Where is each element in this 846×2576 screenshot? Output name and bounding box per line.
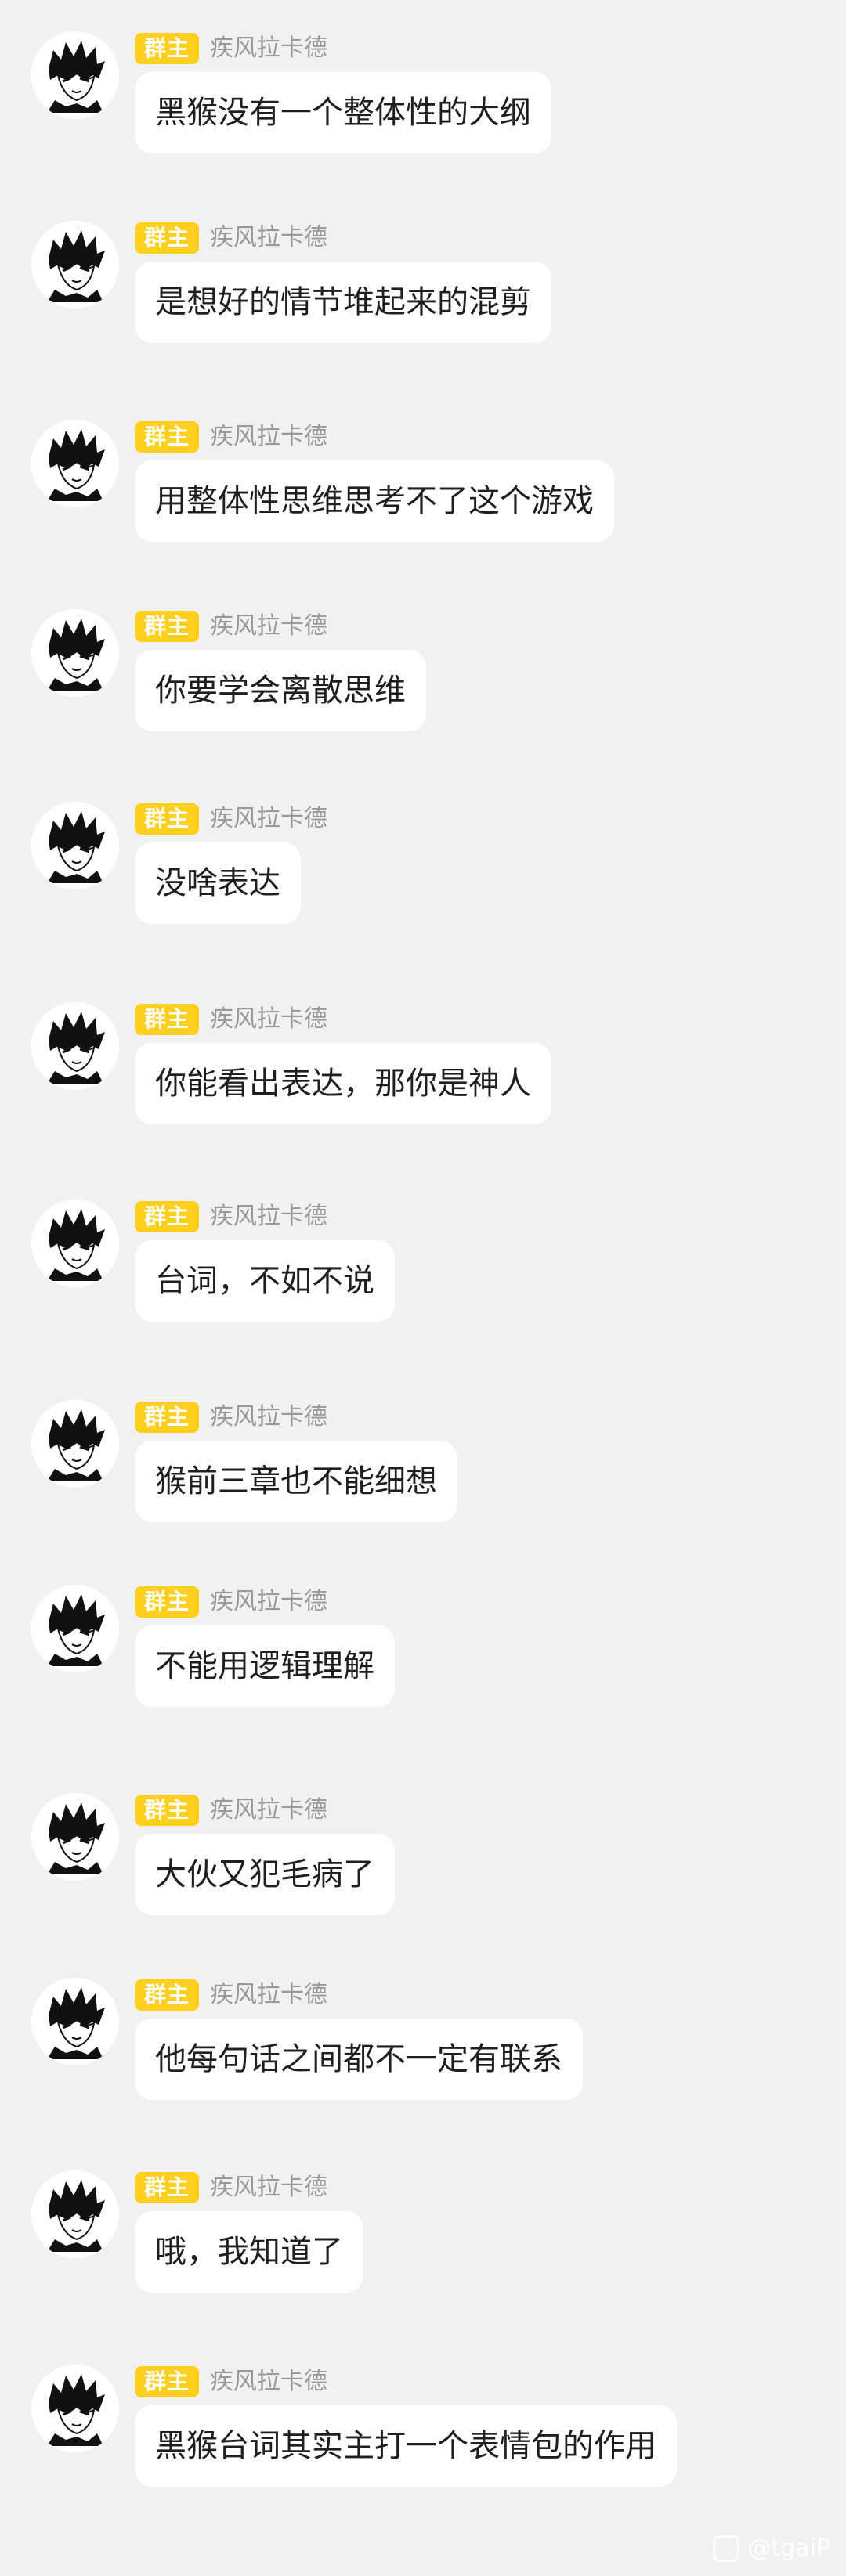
sender-name[interactable]: 疾风拉卡德 [210, 1201, 327, 1232]
avatar[interactable] [31, 1200, 119, 1287]
watermark-text: @tgaiP [747, 2535, 830, 2562]
message-meta: 群主 疾风拉卡德 [135, 31, 327, 66]
manga-character-avatar-icon [31, 1002, 119, 1090]
avatar[interactable] [31, 609, 119, 697]
message-bubble[interactable]: 黑猴台词其实主打一个表情包的作用 [135, 2405, 677, 2487]
message-meta: 群主 疾风拉卡德 [135, 1200, 327, 1234]
manga-character-avatar-icon [31, 1978, 119, 2065]
sender-name[interactable]: 疾风拉卡德 [210, 2366, 327, 2397]
avatar[interactable] [31, 420, 119, 507]
message-meta: 群主 疾风拉卡德 [135, 802, 327, 836]
message-bubble[interactable]: 没啥表达 [135, 842, 301, 924]
message-meta: 群主 疾风拉卡德 [135, 609, 327, 644]
group-owner-badge: 群主 [135, 1201, 200, 1232]
avatar[interactable] [31, 1585, 119, 1672]
manga-character-avatar-icon [31, 609, 119, 697]
manga-character-avatar-icon [31, 1585, 119, 1672]
message-bubble[interactable]: 哦，我知道了 [135, 2211, 363, 2293]
manga-character-avatar-icon [31, 1400, 119, 1488]
manga-character-avatar-icon [31, 221, 119, 308]
message-bubble[interactable]: 不能用逻辑理解 [135, 1625, 395, 1707]
message-meta: 群主 疾风拉卡德 [135, 221, 327, 255]
watermark: @tgaiP [713, 2535, 830, 2562]
message-meta: 群主 疾风拉卡德 [135, 1002, 327, 1037]
manga-character-avatar-icon [31, 1200, 119, 1287]
sender-name[interactable]: 疾风拉卡德 [210, 1402, 327, 1433]
sender-name[interactable]: 疾风拉卡德 [210, 1586, 327, 1618]
avatar[interactable] [31, 1978, 119, 2065]
avatar[interactable] [31, 221, 119, 308]
avatar[interactable] [31, 1793, 119, 1881]
message-meta: 群主 疾风拉卡德 [135, 1400, 327, 1434]
sender-name[interactable]: 疾风拉卡德 [210, 1795, 327, 1826]
message-bubble[interactable]: 是想好的情节堆起来的混剪 [135, 262, 551, 343]
sender-name[interactable]: 疾风拉卡德 [210, 1004, 327, 1035]
group-owner-badge: 群主 [135, 421, 200, 453]
manga-character-avatar-icon [31, 2365, 119, 2452]
message-meta: 群主 疾风拉卡德 [135, 1793, 327, 1827]
sender-name[interactable]: 疾风拉卡德 [210, 222, 327, 254]
group-owner-badge: 群主 [135, 1586, 200, 1618]
sender-name[interactable]: 疾风拉卡德 [210, 2172, 327, 2203]
sender-name[interactable]: 疾风拉卡德 [210, 803, 327, 835]
avatar[interactable] [31, 1002, 119, 1090]
message-bubble[interactable]: 大伙又犯毛病了 [135, 1834, 395, 1915]
message-bubble[interactable]: 你能看出表达，那你是神人 [135, 1043, 551, 1124]
manga-character-avatar-icon [31, 802, 119, 889]
group-owner-badge: 群主 [135, 2366, 200, 2397]
message-bubble[interactable]: 猴前三章也不能细想 [135, 1441, 457, 1522]
group-owner-badge: 群主 [135, 803, 200, 835]
message-meta: 群主 疾风拉卡德 [135, 2365, 327, 2399]
message-bubble[interactable]: 你要学会离散思维 [135, 650, 426, 731]
message-meta: 群主 疾风拉卡德 [135, 2170, 327, 2205]
group-owner-badge: 群主 [135, 1795, 200, 1826]
avatar[interactable] [31, 31, 119, 119]
message-meta: 群主 疾风拉卡德 [135, 420, 327, 454]
chat-message-list[interactable]: 群主 疾风拉卡德 黑猴没有一个整体性的大纲 群主 疾风拉卡德 是想好的情节堆起来… [0, 0, 846, 2576]
message-meta: 群主 疾风拉卡德 [135, 1585, 327, 1619]
group-owner-badge: 群主 [135, 611, 200, 642]
group-owner-badge: 群主 [135, 33, 200, 64]
message-bubble[interactable]: 他每句话之间都不一定有联系 [135, 2019, 583, 2100]
message-bubble[interactable]: 黑猴没有一个整体性的大纲 [135, 72, 551, 153]
group-owner-badge: 群主 [135, 1402, 200, 1433]
avatar[interactable] [31, 2170, 119, 2258]
sender-name[interactable]: 疾风拉卡德 [210, 1979, 327, 2011]
sender-name[interactable]: 疾风拉卡德 [210, 611, 327, 642]
message-bubble[interactable]: 用整体性思维思考不了这个游戏 [135, 460, 614, 542]
avatar[interactable] [31, 802, 119, 889]
manga-character-avatar-icon [31, 31, 119, 119]
sender-name[interactable]: 疾风拉卡德 [210, 33, 327, 64]
group-owner-badge: 群主 [135, 1979, 200, 2011]
group-owner-badge: 群主 [135, 1004, 200, 1035]
avatar[interactable] [31, 1400, 119, 1488]
message-meta: 群主 疾风拉卡德 [135, 1978, 327, 2012]
message-bubble[interactable]: 台词，不如不说 [135, 1240, 395, 1322]
group-owner-badge: 群主 [135, 222, 200, 254]
manga-character-avatar-icon [31, 420, 119, 507]
watermark-logo-icon [713, 2535, 740, 2562]
manga-character-avatar-icon [31, 1793, 119, 1881]
manga-character-avatar-icon [31, 2170, 119, 2258]
avatar[interactable] [31, 2365, 119, 2452]
group-owner-badge: 群主 [135, 2172, 200, 2203]
sender-name[interactable]: 疾风拉卡德 [210, 421, 327, 453]
